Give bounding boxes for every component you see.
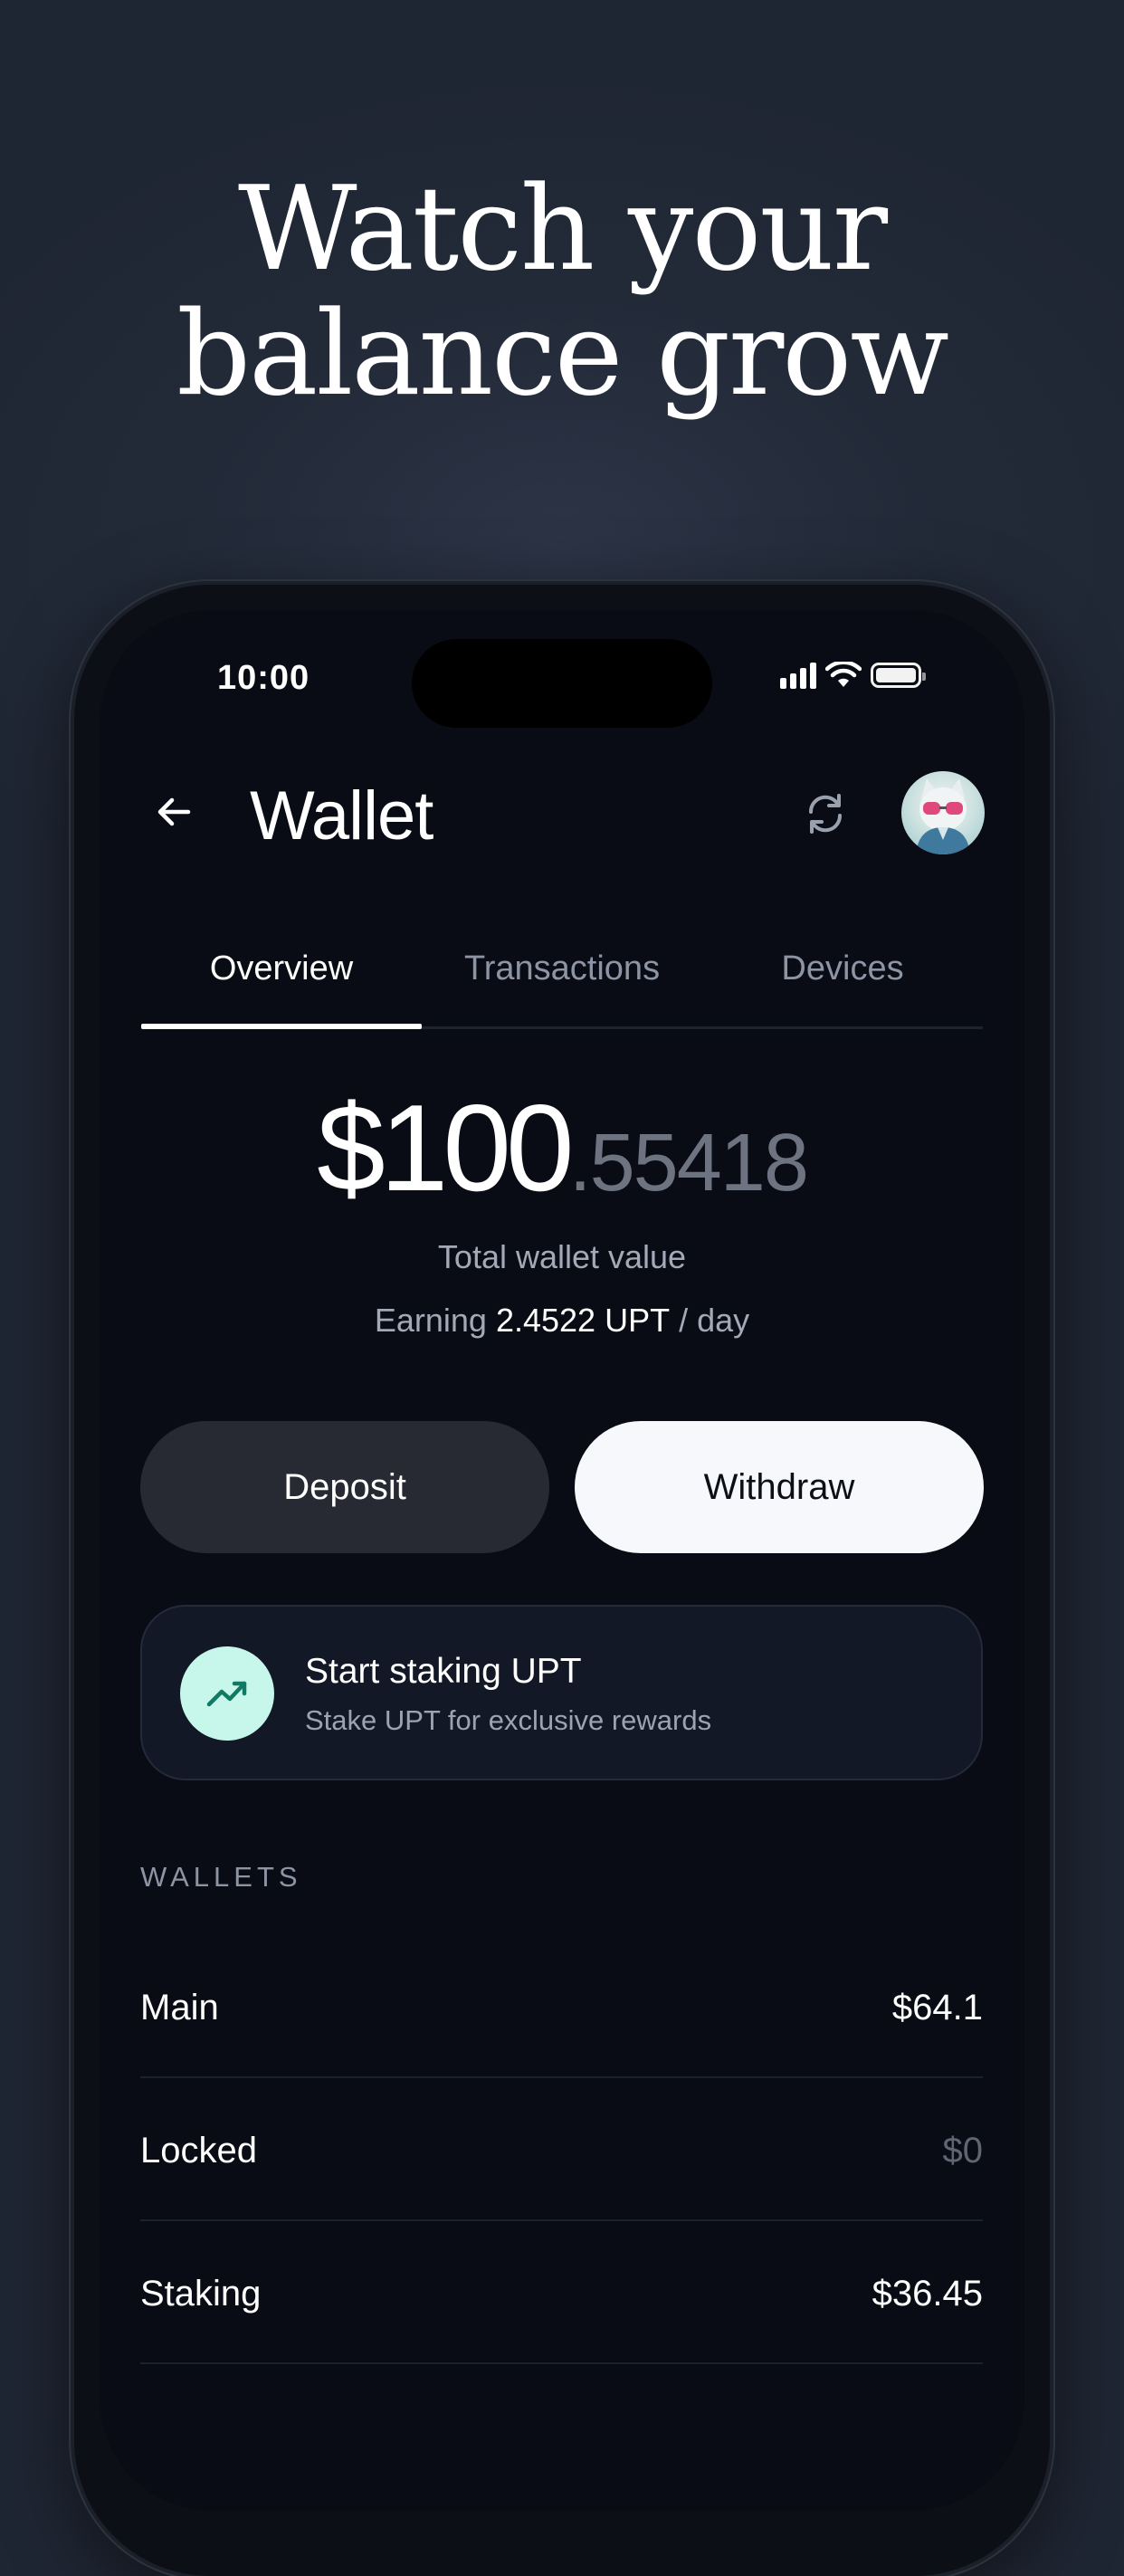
earning-rate: Earning 2.4522 UPT / day: [0, 1302, 1124, 1340]
status-icons: [780, 662, 926, 689]
wallet-value: $36.45: [872, 2274, 983, 2314]
tab-overview[interactable]: Overview: [141, 941, 422, 1028]
cellular-signal-icon: [780, 662, 816, 689]
active-tab-indicator: [141, 1024, 422, 1029]
wallet-row-staking[interactable]: Staking $36.45: [140, 2221, 983, 2364]
page-title: Wallet: [250, 778, 433, 854]
total-balance: $100.55418: [0, 1077, 1124, 1218]
earning-prefix: Earning: [374, 1302, 487, 1339]
tab-bar: Overview Transactions Devices: [141, 941, 983, 1028]
wallet-row-locked[interactable]: Locked $0: [140, 2078, 983, 2221]
headline-line-2: balance grow: [176, 287, 949, 422]
earning-amount: 2.4522 UPT: [495, 1302, 671, 1339]
back-arrow-icon[interactable]: [152, 789, 197, 835]
deposit-button[interactable]: Deposit: [140, 1421, 549, 1553]
wallets-section-label: WALLETS: [140, 1861, 302, 1893]
balance-caption: Total wallet value: [437, 1238, 687, 1275]
avatar-character-icon: [916, 778, 970, 854]
wallet-name: Staking: [140, 2274, 262, 2314]
dynamic-island: [412, 639, 712, 728]
staking-card-title: Start staking UPT: [305, 1652, 582, 1691]
trending-up-icon: [180, 1646, 274, 1741]
avatar[interactable]: [901, 771, 985, 854]
balance-whole: $100: [317, 1079, 575, 1216]
marketing-headline: Watch your balance grow: [0, 167, 1124, 417]
wifi-icon: [825, 662, 862, 687]
wallet-name: Main: [140, 1988, 219, 2027]
wallet-value: $0: [942, 2131, 984, 2171]
tab-transactions[interactable]: Transactions: [422, 941, 702, 1028]
staking-card-subtitle: Stake UPT for exclusive rewards: [305, 1704, 712, 1736]
battery-icon: [871, 663, 926, 688]
wallet-row-main[interactable]: Main $64.1: [140, 1935, 983, 2078]
start-staking-card[interactable]: Start staking UPT Stake UPT for exclusiv…: [140, 1605, 983, 1780]
tab-devices[interactable]: Devices: [702, 941, 983, 1028]
refresh-icon[interactable]: [802, 790, 849, 837]
headline-line-1: Watch your: [238, 162, 888, 297]
wallet-value: $64.1: [891, 1988, 983, 2027]
earning-suffix: / day: [679, 1302, 750, 1339]
wallet-name: Locked: [140, 2131, 257, 2171]
status-time: 10:00: [217, 659, 310, 697]
balance-fraction: .55418: [568, 1118, 809, 1208]
withdraw-button[interactable]: Withdraw: [575, 1421, 984, 1553]
